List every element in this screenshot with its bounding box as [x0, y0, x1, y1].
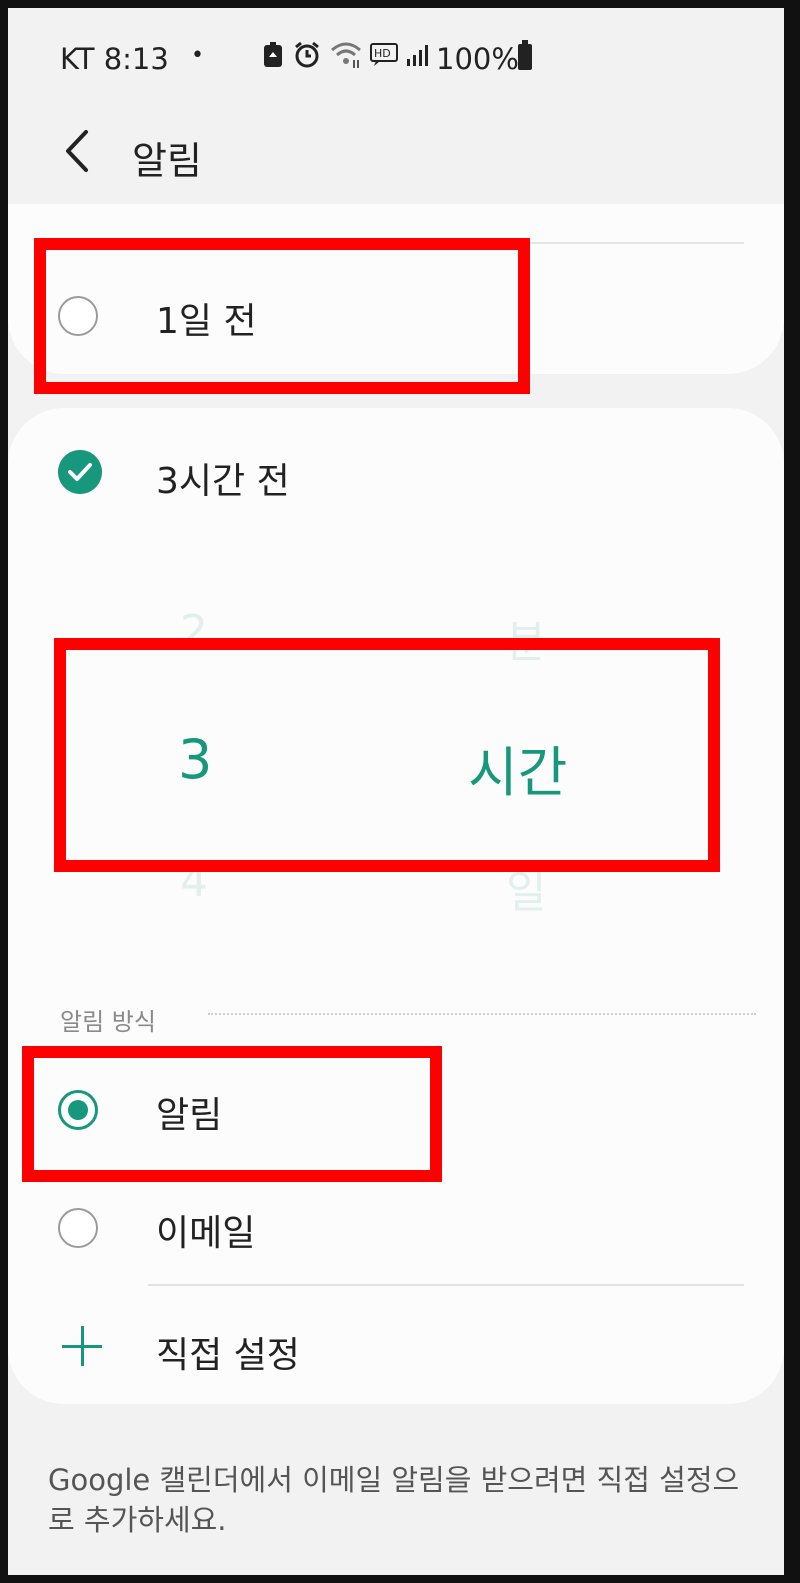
- method-option-email[interactable]: 이메일: [8, 1178, 784, 1278]
- option-label: 3시간 전: [156, 461, 290, 502]
- section-label-method: 알림 방식: [60, 1008, 156, 1036]
- option-label: 이메일: [156, 1213, 256, 1254]
- chevron-left-icon[interactable]: [56, 126, 96, 176]
- check-circle-icon[interactable]: [58, 450, 102, 494]
- alarm-icon: [295, 41, 319, 68]
- plus-icon[interactable]: [62, 1326, 102, 1366]
- page-title: 알림: [132, 139, 202, 183]
- hd-voice-icon: HD: [370, 43, 398, 66]
- app-bar: 알림: [8, 104, 784, 204]
- status-carrier-time: KT 8:13: [60, 42, 169, 76]
- wifi-icon: [331, 42, 361, 68]
- custom-setting-label: 직접 설정: [156, 1335, 300, 1376]
- status-icons: HD: [262, 38, 430, 72]
- status-dot: •: [191, 43, 204, 68]
- highlight-box-notification: [22, 1046, 442, 1182]
- battery-icon: [518, 40, 532, 70]
- section-divider: [208, 1013, 756, 1015]
- custom-setting-row[interactable]: 직접 설정: [8, 1298, 784, 1398]
- radio-unchecked-icon[interactable]: [58, 1208, 98, 1248]
- option-3-hours-before[interactable]: 3시간 전: [8, 424, 784, 524]
- svg-text:HD: HD: [374, 47, 391, 60]
- footer-note: Google 캘린더에서 이메일 알림을 받으려면 직접 설정으로 추가하세요.: [48, 1463, 740, 1537]
- screen: KT 8:13 • HD 100% 알림 1일 전 3시간 전 2 분 3 시간…: [8, 8, 784, 1575]
- battery-percent: 100%: [436, 42, 519, 76]
- status-bar: KT 8:13 • HD 100%: [8, 8, 784, 104]
- divider: [148, 1284, 744, 1286]
- signal-icon: [407, 45, 428, 66]
- highlight-box-picker: [54, 638, 720, 872]
- highlight-box-1-day: [34, 238, 530, 394]
- battery-saver-icon: [264, 42, 282, 67]
